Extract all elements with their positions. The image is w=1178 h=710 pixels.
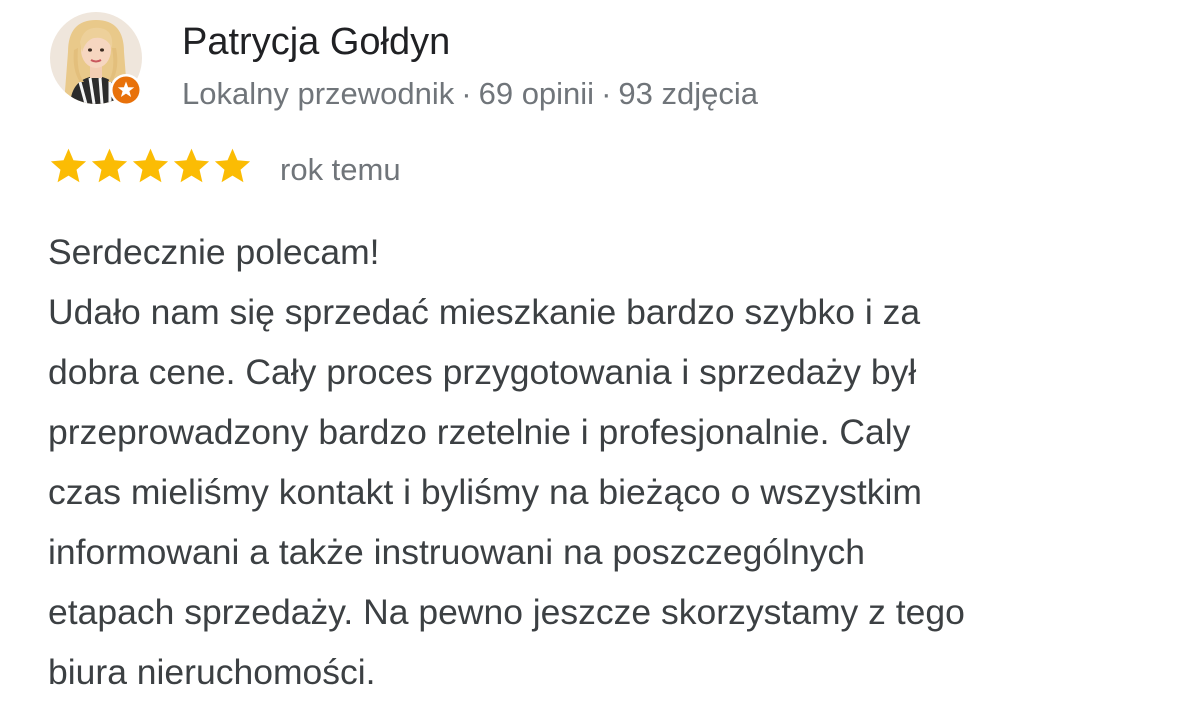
review-text-line: Serdecznie polecam!: [48, 232, 380, 272]
star-icon: [48, 144, 89, 188]
review-text-line: informowani a także instruowani na poszc…: [48, 532, 865, 572]
star-icon: [130, 144, 171, 188]
author-level: Lokalny przewodnik: [182, 76, 455, 111]
review-text-line: przeprowadzony bardzo rzetelnie i profes…: [48, 412, 911, 452]
meta-separator: ·: [601, 76, 612, 111]
author-photo-count: 93 zdjęcia: [618, 76, 758, 111]
review-text-line: czas mieliśmy kontakt i byliśmy na bieżą…: [48, 472, 922, 512]
star-icon: [171, 144, 212, 188]
star-icon: [89, 144, 130, 188]
author-name[interactable]: Patrycja Gołdyn: [182, 20, 450, 64]
star-rating: [48, 144, 253, 188]
review-card: Patrycja Gołdyn Lokalny przewodnik · 69 op…: [0, 0, 1178, 710]
local-guide-badge-icon: [108, 72, 144, 108]
review-text: Serdecznie polecam! Udało nam się sprzeda…: [48, 222, 1158, 702]
review-text-line: etapach sprzedaży. Na pewno jeszcze skor…: [48, 592, 965, 632]
review-date: rok temu: [280, 152, 401, 187]
author-review-count: 69 opinii: [478, 76, 595, 111]
review-text-line: Udało nam się sprzedać mieszkanie bardzo…: [48, 292, 921, 332]
author-meta: Lokalny przewodnik · 69 opinii · 93 zdjęcia: [182, 76, 758, 112]
review-text-line: biura nieruchomości.: [48, 652, 376, 692]
star-icon: [212, 144, 253, 188]
review-text-line: dobra cene. Cały proces przygotowania i …: [48, 352, 917, 392]
meta-separator: ·: [461, 76, 472, 111]
